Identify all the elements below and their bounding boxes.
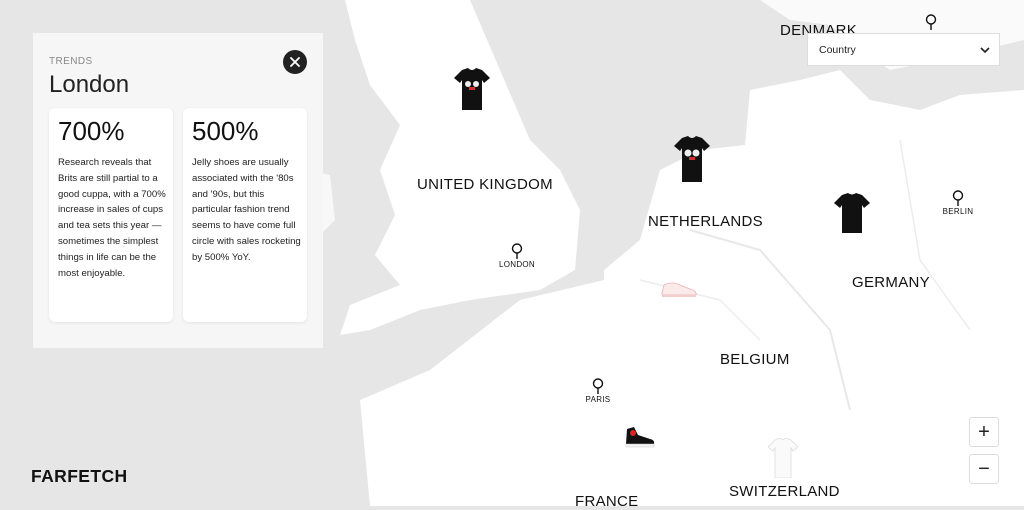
panel-city-title: London	[49, 71, 130, 98]
trend-description: Jelly shoes are usually associated with …	[192, 157, 301, 263]
trend-stat: 500%	[192, 116, 259, 146]
country-label-netherlands: NETHERLANDS	[648, 213, 763, 230]
city-pin-berlin[interactable]: BERLIN	[928, 190, 988, 216]
city-pin-london[interactable]: LONDON	[487, 243, 547, 269]
city-pin-paris[interactable]: PARIS	[568, 378, 628, 404]
tshirt-icon[interactable]	[768, 438, 798, 478]
sneaker-icon[interactable]	[660, 279, 698, 299]
city-label-london: LONDON	[498, 260, 536, 269]
trend-description: Research reveals that Brits are still pa…	[58, 157, 166, 279]
country-label-united-kingdom: UNITED KINGDOM	[417, 176, 553, 193]
country-label-belgium: BELGIUM	[720, 351, 790, 368]
country-label-germany: GERMANY	[852, 274, 930, 291]
tshirt-icon[interactable]	[454, 68, 490, 110]
city-pin-copenhagen[interactable]	[901, 14, 961, 30]
city-label-paris: PARIS	[585, 395, 611, 404]
map-pin-icon	[592, 378, 604, 394]
trend-stat: 700%	[58, 116, 125, 146]
country-label-switzerland: SWITZERLAND	[729, 483, 840, 500]
country-label-france: FRANCE	[575, 493, 639, 510]
map-pin-icon	[925, 14, 937, 30]
chevron-down-icon	[980, 47, 990, 54]
map-pin-icon	[511, 243, 523, 259]
country-select-value: Country	[819, 44, 856, 56]
country-select[interactable]: Country	[807, 33, 1000, 66]
tshirt-icon[interactable]	[674, 136, 710, 182]
tshirt-icon[interactable]	[834, 193, 870, 235]
close-icon	[290, 57, 300, 67]
map-pin-icon	[952, 190, 964, 206]
close-button[interactable]	[283, 50, 307, 74]
sneaker-icon[interactable]	[624, 425, 656, 449]
zoom-out-button[interactable]: −	[969, 454, 999, 484]
zoom-in-button[interactable]: +	[969, 417, 999, 447]
trend-card: 500% Jelly shoes are usually associated …	[183, 108, 307, 322]
trends-panel: TRENDS London 700% Research reveals that…	[33, 33, 323, 348]
farfetch-logo[interactable]: FARFETCH	[31, 466, 128, 487]
city-label-berlin: BERLIN	[942, 207, 974, 216]
trend-card: 700% Research reveals that Brits are sti…	[49, 108, 173, 322]
trends-eyebrow: TRENDS	[49, 56, 93, 67]
